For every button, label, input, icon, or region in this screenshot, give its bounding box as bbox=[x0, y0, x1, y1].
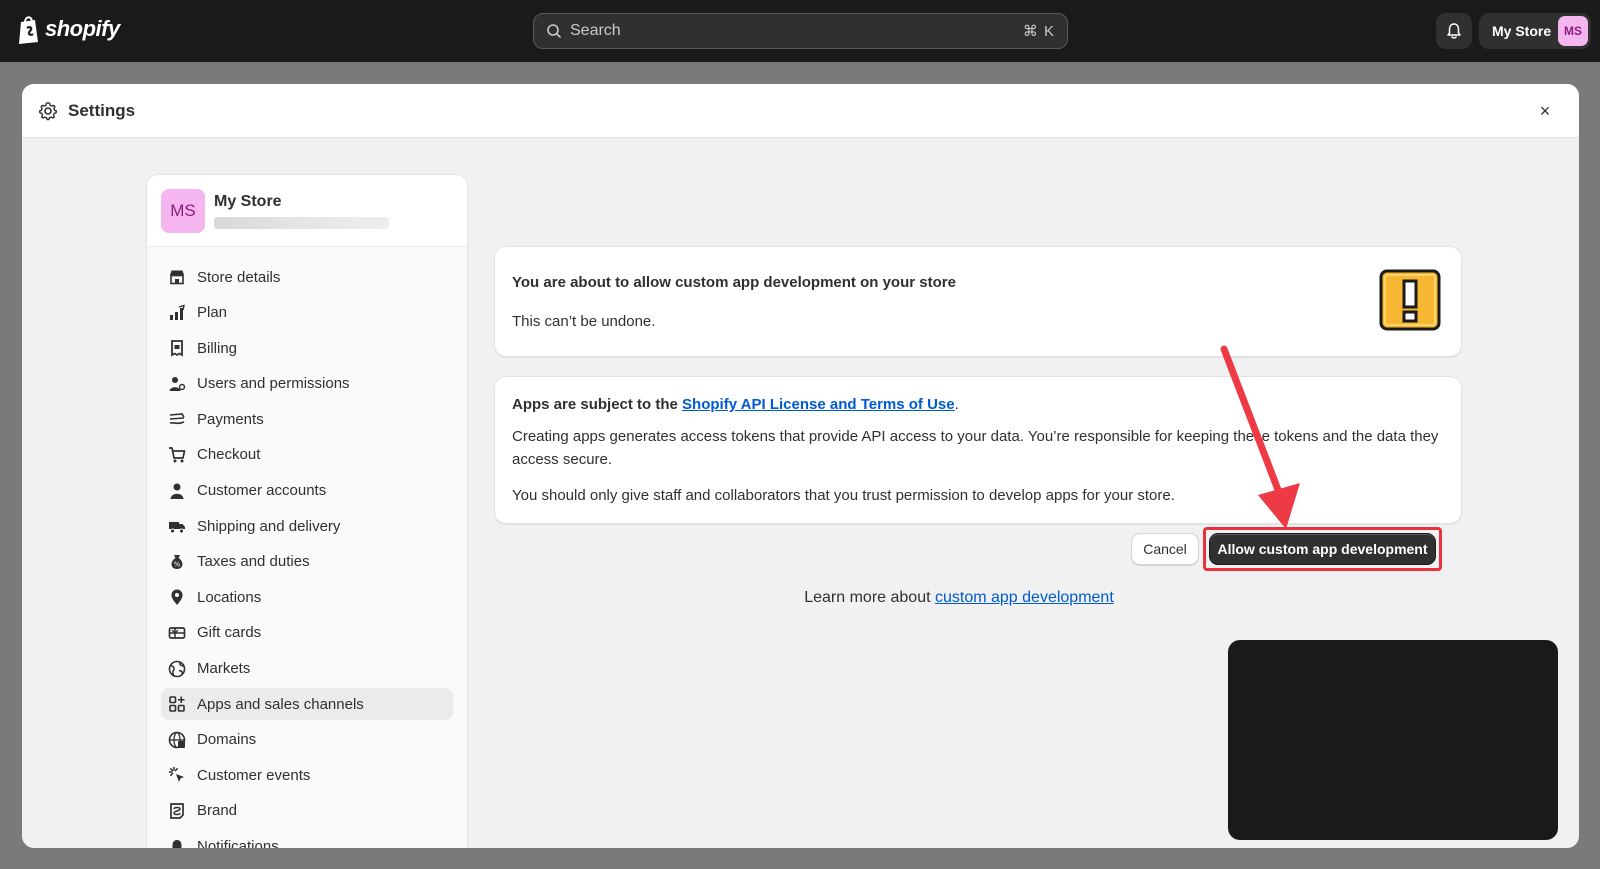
sidebar-item-store-details[interactable]: Store details bbox=[161, 261, 453, 293]
sidebar-item-label: Customer accounts bbox=[197, 482, 327, 500]
brand-icon bbox=[170, 803, 184, 819]
store-menu-button[interactable]: My Store MS bbox=[1479, 13, 1591, 49]
modal-title: Settings bbox=[68, 100, 136, 120]
learn-more: Learn more about custom app development bbox=[582, 589, 1336, 607]
cart-icon bbox=[169, 447, 186, 463]
warning-title: You are about to allow custom app develo… bbox=[512, 274, 956, 291]
sidebar-item-label: Domains bbox=[197, 731, 257, 749]
sidebar-item-customer-accounts[interactable]: Customer accounts bbox=[161, 475, 453, 507]
sidebar-item-domains[interactable]: Domains bbox=[161, 724, 453, 756]
sidebar-item-notifications[interactable]: Notifications bbox=[161, 831, 453, 848]
domain-icon bbox=[168, 731, 186, 749]
sidebar-item-label: Markets bbox=[197, 660, 251, 678]
location-icon bbox=[171, 589, 183, 606]
bell-icon bbox=[172, 839, 182, 848]
exclamation-icon bbox=[1379, 269, 1441, 331]
sidebar-item-checkout[interactable]: Checkout bbox=[161, 439, 453, 471]
person-icon bbox=[170, 483, 184, 499]
custom-app-development-link[interactable]: custom app development bbox=[935, 589, 1114, 606]
api-license-link[interactable]: Shopify API License and Terms of Use bbox=[682, 396, 955, 413]
sidebar-item-shipping-and-delivery[interactable]: Shipping and delivery bbox=[161, 510, 453, 542]
terms-card: Apps are subject to the Shopify API Lice… bbox=[494, 376, 1462, 524]
gear-icon bbox=[38, 101, 58, 120]
sidebar-item-label: Customer events bbox=[197, 766, 311, 784]
sidebar-item-label: Checkout bbox=[197, 446, 261, 464]
payments-icon bbox=[169, 413, 185, 425]
close-button[interactable]: × bbox=[1533, 99, 1557, 123]
plan-icon bbox=[170, 304, 185, 320]
sidebar-item-users-and-permissions[interactable]: Users and permissions bbox=[161, 368, 453, 400]
sidebar-item-label: Payments bbox=[197, 410, 264, 428]
top-bar: shopify Search ⌘ K My Store MS bbox=[0, 0, 1600, 62]
warning-subtitle: This can’t be undone. bbox=[512, 313, 656, 330]
gift-card-icon bbox=[168, 627, 186, 639]
sidebar-item-locations[interactable]: Locations bbox=[161, 581, 453, 613]
tax-icon: % bbox=[171, 554, 183, 569]
search-placeholder: Search bbox=[570, 22, 621, 39]
sidebar-item-plan[interactable]: Plan bbox=[161, 297, 453, 329]
store-icon bbox=[170, 270, 184, 285]
sidebar-item-taxes-and-duties[interactable]: % Taxes and duties bbox=[161, 546, 453, 578]
sidebar-item-label: Store details bbox=[197, 268, 281, 286]
search-icon bbox=[547, 24, 561, 38]
search-shortcut: ⌘ K bbox=[1022, 23, 1055, 40]
sidebar-item-label: Users and permissions bbox=[197, 375, 350, 393]
billing-icon bbox=[171, 340, 183, 357]
users-icon bbox=[169, 376, 186, 391]
apps-icon bbox=[169, 696, 185, 712]
sidebar-item-customer-events[interactable]: Customer events bbox=[161, 759, 453, 791]
shopify-logo[interactable]: shopify bbox=[17, 14, 120, 44]
background-panel bbox=[1228, 640, 1558, 840]
bell-icon bbox=[1447, 23, 1461, 39]
sidebar-item-label: Locations bbox=[197, 588, 262, 606]
sidebar-item-label: Notifications bbox=[197, 838, 279, 848]
sidebar-item-markets[interactable]: Markets bbox=[161, 653, 453, 685]
terms-heading: Apps are subject to the Shopify API Lice… bbox=[512, 396, 959, 413]
search-input[interactable]: Search ⌘ K bbox=[533, 13, 1068, 49]
red-arrow-icon bbox=[1220, 345, 1300, 529]
cancel-button[interactable]: Cancel bbox=[1131, 533, 1199, 565]
settings-sidebar: MS My Store Store details Plan Billing User… bbox=[146, 174, 468, 848]
sidebar-item-gift-cards[interactable]: Gift cards bbox=[161, 617, 453, 649]
sidebar-item-apps-and-sales-channels[interactable]: Apps and sales channels bbox=[161, 688, 453, 721]
cursor-icon bbox=[168, 767, 184, 783]
sidebar-item-brand[interactable]: Brand bbox=[161, 795, 453, 827]
sidebar-item-payments[interactable]: Payments bbox=[161, 403, 453, 435]
staff-paragraph: You should only give staff and collabora… bbox=[512, 487, 1175, 504]
sidebar-item-label: Plan bbox=[197, 304, 228, 322]
learn-more-prefix: Learn more about bbox=[804, 589, 935, 606]
truck-icon bbox=[169, 522, 185, 534]
store-name: My Store bbox=[214, 193, 282, 210]
terms-suffix: . bbox=[954, 396, 959, 413]
sidebar-nav: Store details Plan Billing Users and permis… bbox=[147, 247, 467, 848]
notifications-button[interactable] bbox=[1436, 13, 1472, 49]
sidebar-store-header[interactable]: MS My Store bbox=[147, 175, 467, 247]
svg-text:%: % bbox=[174, 560, 181, 568]
sidebar-item-label: Brand bbox=[197, 802, 238, 820]
redacted-store-url bbox=[214, 217, 389, 229]
avatar: MS bbox=[161, 189, 205, 233]
sidebar-item-label: Gift cards bbox=[197, 624, 262, 642]
modal-header: Settings × bbox=[22, 84, 1579, 138]
sidebar-item-label: Shipping and delivery bbox=[197, 517, 341, 535]
sidebar-item-billing[interactable]: Billing bbox=[161, 332, 453, 364]
sidebar-item-label: Billing bbox=[197, 339, 238, 357]
terms-prefix: Apps are subject to the bbox=[512, 396, 683, 413]
shopify-bag-icon bbox=[19, 16, 38, 44]
sidebar-item-label: Apps and sales channels bbox=[197, 695, 364, 713]
sidebar-item-label: Taxes and duties bbox=[197, 553, 310, 571]
warning-card: You are about to allow custom app develo… bbox=[494, 246, 1462, 357]
store-info: My Store bbox=[214, 189, 389, 229]
globe-icon bbox=[168, 660, 186, 677]
close-icon: × bbox=[1539, 100, 1551, 121]
store-menu-label: My Store bbox=[1492, 23, 1552, 39]
logo-text: shopify bbox=[45, 16, 120, 41]
avatar: MS bbox=[1558, 16, 1588, 46]
